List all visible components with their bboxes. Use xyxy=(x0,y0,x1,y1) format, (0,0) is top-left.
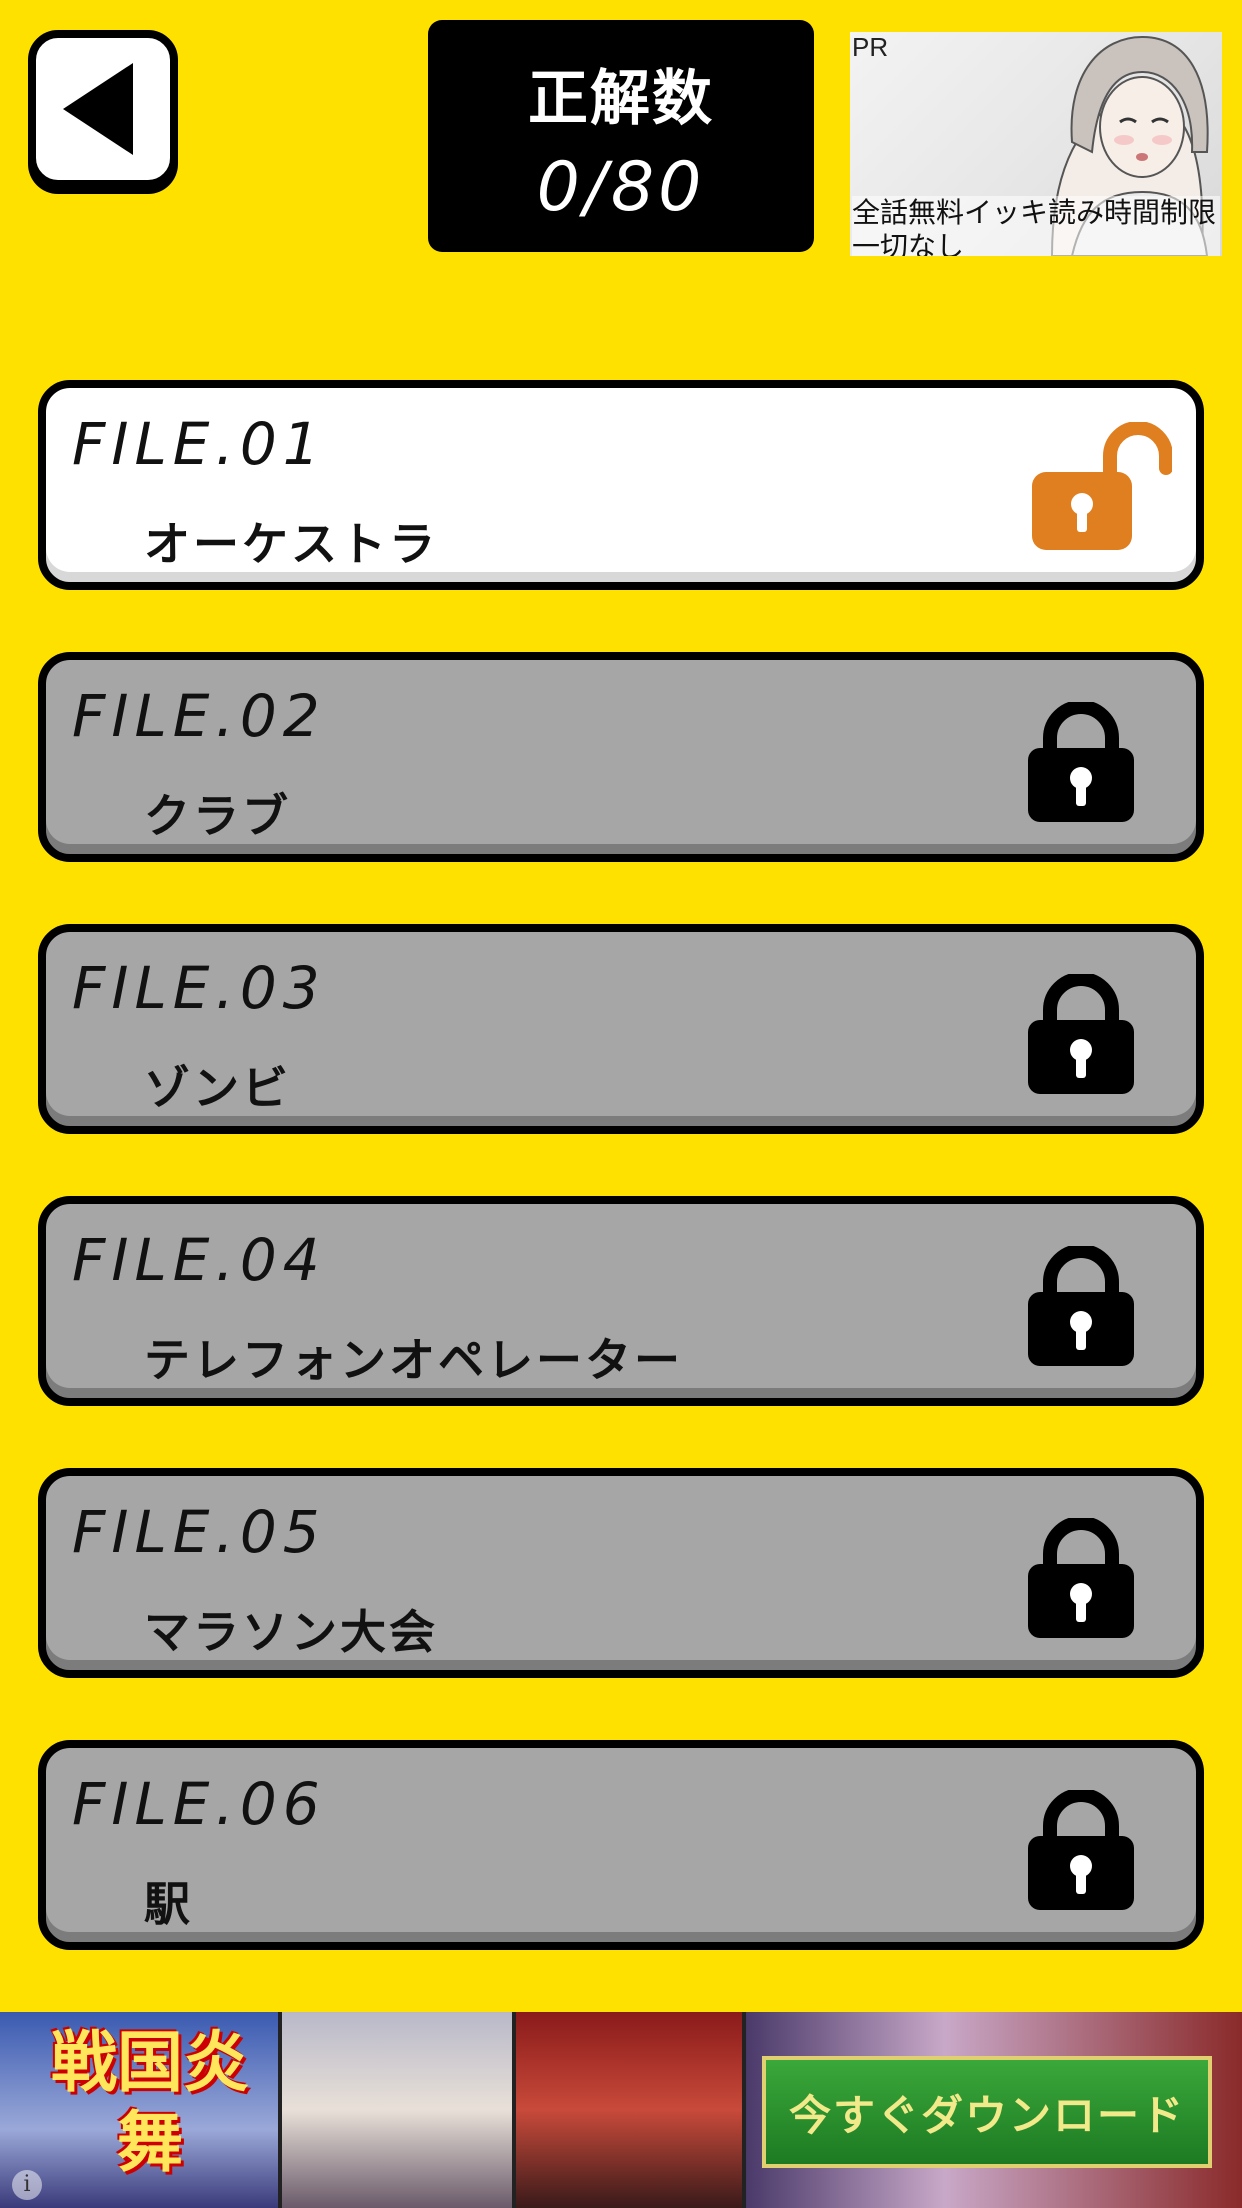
file-item-03[interactable]: FILE.03 ゾンビ xyxy=(38,924,1204,1134)
download-button[interactable]: 今すぐダウンロード xyxy=(762,2056,1212,2168)
unlocked-padlock-icon xyxy=(1032,422,1172,550)
file-item-02[interactable]: FILE.02 クラブ xyxy=(38,652,1204,862)
bottom-ad-banner[interactable]: 戦国炎舞 今すぐダウンロード i xyxy=(0,2012,1242,2208)
padlock-icon xyxy=(1028,1518,1134,1638)
file-item-01[interactable]: FILE.01 オーケストラ xyxy=(38,380,1204,590)
file-number: FILE.06 xyxy=(72,1770,326,1838)
file-name: 駅 xyxy=(144,1877,193,1931)
file-number: FILE.02 xyxy=(72,682,326,750)
padlock-icon xyxy=(1028,702,1134,822)
file-name: オーケストラ xyxy=(144,517,438,571)
file-name: テレフォンオペレーター xyxy=(144,1333,683,1387)
file-list: FILE.01 オーケストラ FILE.02 クラブ FILE.03 ゾンビ F… xyxy=(38,380,1204,2012)
score-value: 0/80 xyxy=(536,148,706,227)
file-number: FILE.01 xyxy=(72,410,326,478)
file-name: ゾンビ xyxy=(144,1061,291,1115)
ad-panel xyxy=(516,2012,746,2208)
file-item-05[interactable]: FILE.05 マラソン大会 xyxy=(38,1468,1204,1678)
padlock-icon xyxy=(1028,1246,1134,1366)
file-number: FILE.05 xyxy=(72,1498,326,1566)
top-ad-banner[interactable]: PR 全話無料イッキ読み時間制限一切なし xyxy=(850,32,1222,256)
score-title: 正解数 xyxy=(528,64,714,134)
back-arrow-icon xyxy=(63,63,133,155)
file-number: FILE.04 xyxy=(72,1226,326,1294)
ad-pr-label: PR xyxy=(852,32,889,62)
file-name: クラブ xyxy=(144,789,291,843)
padlock-icon xyxy=(1028,1790,1134,1910)
padlock-icon xyxy=(1028,974,1134,1094)
file-number: FILE.03 xyxy=(72,954,326,1022)
file-item-04[interactable]: FILE.04 テレフォンオペレーター xyxy=(38,1196,1204,1406)
ad-panel xyxy=(282,2012,516,2208)
ad-game-logo: 戦国炎舞 xyxy=(51,2023,249,2181)
ad-text: 全話無料イッキ読み時間制限一切なし xyxy=(852,196,1220,256)
score-panel: 正解数 0/80 xyxy=(428,20,814,252)
back-button[interactable] xyxy=(28,30,178,188)
file-item-06[interactable]: FILE.06 駅 xyxy=(38,1740,1204,1950)
info-icon[interactable]: i xyxy=(12,2170,42,2200)
file-name: マラソン大会 xyxy=(144,1605,438,1659)
